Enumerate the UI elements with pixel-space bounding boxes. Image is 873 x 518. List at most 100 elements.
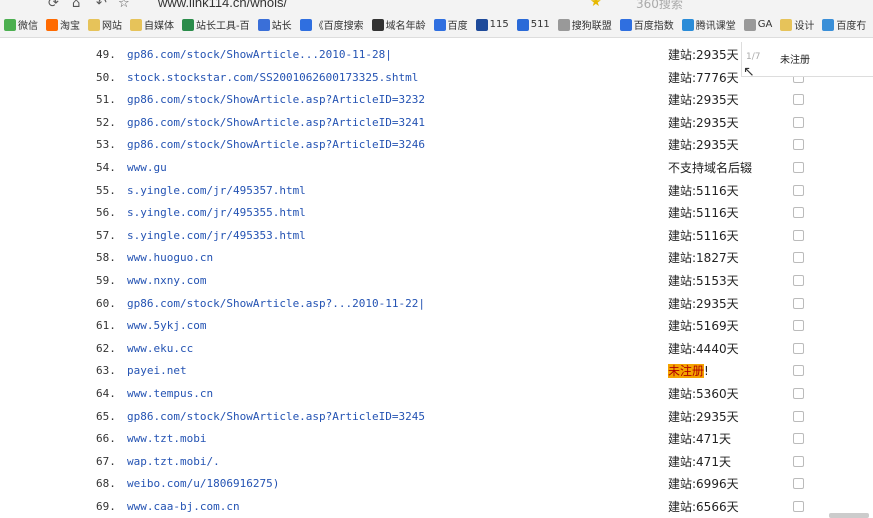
bookmark-item[interactable]: 设计 (780, 17, 814, 32)
domain-link[interactable]: wap.tzt.mobi/. (127, 455, 220, 468)
bookmark-item[interactable]: 百度 (433, 17, 468, 32)
domain-link[interactable]: payei.net (127, 364, 187, 377)
domain-link[interactable]: weibo.com/u/1806916275) (127, 477, 279, 490)
bookmark-label: 网站 (102, 21, 122, 32)
domain-status: 建站:5116天 (668, 204, 739, 221)
bookmark-label: 百度冇 (836, 21, 867, 32)
favorite-icon[interactable]: ☆ (118, 0, 130, 11)
list-item: 55. s.yingle.com/jr/495357.html 建站:5116天 (0, 180, 873, 202)
bookmark-item[interactable]: 站长工具-百 (182, 17, 250, 32)
domain-link[interactable]: gp86.com/stock/ShowArticle.asp?ArticleID… (127, 138, 425, 151)
bookmark-item[interactable]: 搜狗联盟 (557, 17, 612, 32)
domain-link[interactable]: www.nxny.com (127, 274, 206, 287)
domain-link[interactable]: s.yingle.com/jr/495357.html (127, 184, 306, 197)
domain-link[interactable]: www.gu (127, 161, 167, 174)
domain-link[interactable]: gp86.com/stock/ShowArticle.asp?ArticleID… (127, 93, 425, 106)
status-text: 不支持域名后辍 (668, 161, 753, 175)
domain-link[interactable]: gp86.com/stock/ShowArticle.asp?...2010-1… (127, 297, 425, 310)
list-item: 63. payei.net 未注册! (0, 360, 873, 382)
domain-link[interactable]: gp86.com/stock/ShowArticle...2010-11-28| (127, 48, 392, 61)
list-item: 65. gp86.com/stock/ShowArticle.asp?Articl… (0, 406, 873, 428)
list-item: 61. www.5ykj.com 建站:5169天 (0, 315, 873, 337)
bookmark-item[interactable]: 网站 (88, 17, 122, 32)
status-text: 建站:471天 (668, 432, 731, 447)
domain-link[interactable]: s.yingle.com/jr/495355.html (127, 206, 306, 219)
bookmark-star-icon[interactable]: ★ (590, 0, 602, 10)
row-checkbox[interactable] (793, 229, 804, 241)
row-checkbox[interactable] (793, 207, 804, 219)
domain-link[interactable]: www.tempus.cn (127, 387, 213, 400)
domain-link[interactable]: www.eku.cc (127, 342, 193, 355)
bookmark-item[interactable]: 115 (475, 18, 509, 31)
bookmark-item[interactable]: 腾讯课堂 (681, 17, 736, 32)
domain-link[interactable]: www.5ykj.com (127, 319, 206, 332)
row-checkbox[interactable] (793, 342, 804, 354)
domain-status: 建站:2935天 (668, 91, 739, 108)
folder-icon (88, 18, 100, 31)
row-checkbox[interactable] (793, 297, 804, 309)
list-item: 56. s.yingle.com/jr/495355.html 建站:5116天 (0, 202, 873, 224)
bookmark-item[interactable]: 百度指数 (619, 17, 674, 32)
bookmark-label: 淘宝 (60, 21, 80, 32)
row-checkbox[interactable] (793, 184, 804, 196)
domain-link[interactable]: stock.stockstar.com/SS2001062600173325.s… (127, 71, 418, 84)
bookmark-label: 自媒体 (144, 21, 174, 32)
row-checkbox[interactable] (793, 501, 804, 512)
bookmark-item[interactable]: GA (743, 18, 772, 31)
refresh-icon[interactable]: ⟳ (48, 0, 59, 11)
home-icon[interactable]: ⌂ (72, 0, 80, 11)
domain-link[interactable]: gp86.com/stock/ShowArticle.asp?ArticleID… (127, 410, 425, 423)
row-number: 57. (96, 228, 116, 242)
scrollbar-thumb[interactable] (829, 513, 869, 518)
domain-link[interactable]: s.yingle.com/jr/495353.html (127, 229, 306, 242)
mouse-cursor-icon: ↖ (743, 64, 755, 80)
domain-link[interactable]: gp86.com/stock/ShowArticle.asp?ArticleID… (127, 116, 425, 129)
list-item: 66. www.tzt.mobi 建站:471天 (0, 428, 873, 450)
find-input[interactable]: 未注册 (780, 51, 810, 66)
list-item: 57. s.yingle.com/jr/495353.html 建站:5116天 (0, 225, 873, 247)
row-checkbox[interactable] (793, 139, 804, 151)
row-checkbox[interactable] (793, 433, 804, 445)
scrollbar[interactable] (829, 44, 873, 518)
row-checkbox[interactable] (793, 455, 804, 467)
row-checkbox[interactable] (793, 275, 804, 286)
list-item: 58. www.huoguo.cn 建站:1827天 (0, 247, 873, 269)
search-input[interactable]: 360搜索 (636, 0, 683, 12)
domain-link[interactable]: www.huoguo.cn (127, 251, 213, 264)
domain-status: 建站:1827天 (668, 249, 739, 266)
undo-icon[interactable]: ↶ (96, 0, 107, 11)
row-checkbox[interactable] (793, 252, 804, 264)
bookmark-label: 百度指数 (633, 21, 674, 32)
domain-status: 建站:4440天 (668, 340, 739, 357)
status-text: 建站:2935天 (668, 296, 739, 311)
bookmark-item[interactable]: 《百度搜索 (299, 17, 364, 32)
row-checkbox[interactable] (793, 116, 804, 128)
row-checkbox[interactable] (793, 162, 804, 173)
row-checkbox[interactable] (793, 410, 804, 422)
list-item: 54. www.gu 不支持域名后辍 (0, 157, 873, 179)
domain-link[interactable]: www.caa-bj.com.cn (127, 500, 240, 513)
row-number: 54. (96, 161, 116, 174)
bookmark-item[interactable]: 511 (516, 18, 550, 31)
bookmark-item[interactable]: 自媒体 (130, 17, 174, 32)
row-checkbox[interactable] (793, 94, 804, 106)
row-checkbox[interactable] (793, 478, 804, 490)
domain-status: 建站:471天 (668, 430, 731, 447)
row-checkbox[interactable] (793, 388, 804, 399)
bookmark-item[interactable]: 百度冇 (822, 17, 866, 32)
bookmark-item[interactable]: 淘宝 (46, 17, 80, 32)
domain-status: 不支持域名后辍 (668, 159, 752, 176)
bookmark-item[interactable]: 域名年龄 (371, 17, 426, 32)
status-text: 建站:5360天 (668, 387, 739, 401)
domain-link[interactable]: www.tzt.mobi (127, 432, 206, 445)
row-number: 65. (96, 409, 116, 423)
bookmarks-bar: 微信 淘宝 网站 自媒体 站长工具-百 站长 《百度搜索 域名年龄 百度 115 511 搜狗联盟 百度… (0, 12, 873, 38)
row-number: 69. (96, 500, 116, 513)
row-checkbox[interactable] (793, 320, 804, 332)
row-checkbox[interactable] (793, 365, 804, 377)
address-bar[interactable]: www.link114.cn/whois/ (158, 0, 287, 10)
bookmark-item[interactable]: 站长 (257, 17, 292, 32)
browser-toolbar: ⟳ ⌂ ↶ ☆ www.link114.cn/whois/ ★ 360搜索 (0, 0, 873, 12)
bookmark-item[interactable]: 微信 (4, 17, 38, 32)
row-number: 68. (96, 477, 116, 491)
